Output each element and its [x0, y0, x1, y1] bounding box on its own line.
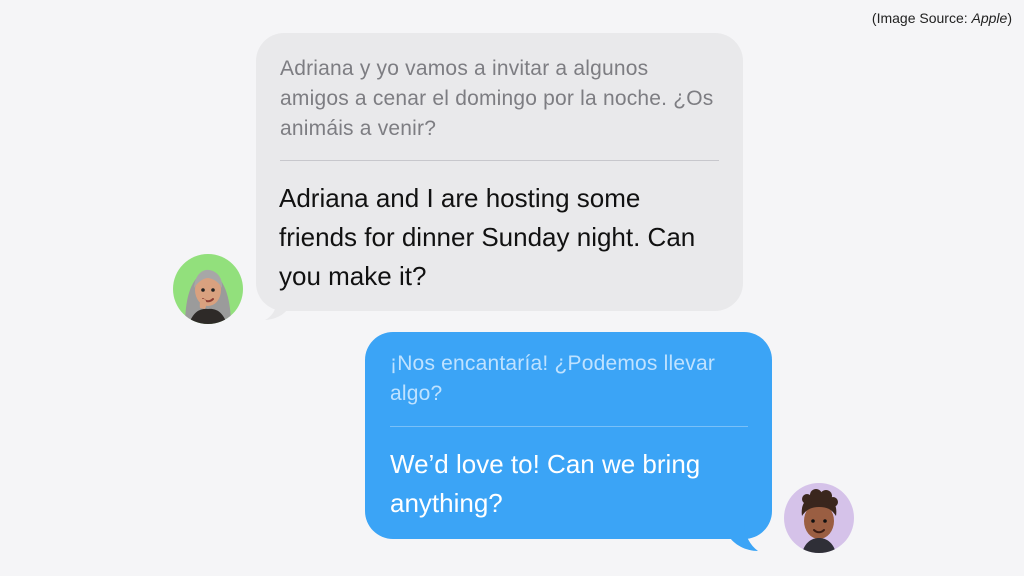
source-prefix: (Image Source:	[871, 10, 972, 26]
outgoing-bubble-tail	[728, 524, 758, 551]
source-name: Apple	[971, 10, 1008, 26]
incoming-translation-divider	[280, 160, 719, 161]
image-source-credit: (Image Source: Apple)	[872, 10, 1012, 26]
incoming-translated-text: Adriana y yo vamos a invitar a algunos a…	[280, 57, 714, 140]
outgoing-translated-text: ¡Nos encantaría! ¿Podemos llevar algo?	[390, 352, 716, 405]
incoming-message-bubble[interactable]: Adriana y yo vamos a invitar a algunos a…	[256, 33, 743, 311]
outgoing-translation-divider	[390, 426, 748, 427]
incoming-avatar[interactable]	[173, 254, 243, 324]
outgoing-avatar[interactable]	[784, 483, 854, 553]
incoming-original-text: Adriana and I are hosting some friends f…	[279, 183, 696, 291]
outgoing-message-bubble[interactable]: ¡Nos encantaría! ¿Podemos llevar algo? W…	[365, 332, 772, 539]
memoji-woman-icon	[173, 254, 243, 324]
source-suffix: )	[1007, 10, 1012, 26]
incoming-bubble-tail	[265, 296, 293, 320]
outgoing-original-text: We’d love to! Can we bring anything?	[390, 449, 701, 518]
memoji-man-icon	[784, 483, 854, 553]
